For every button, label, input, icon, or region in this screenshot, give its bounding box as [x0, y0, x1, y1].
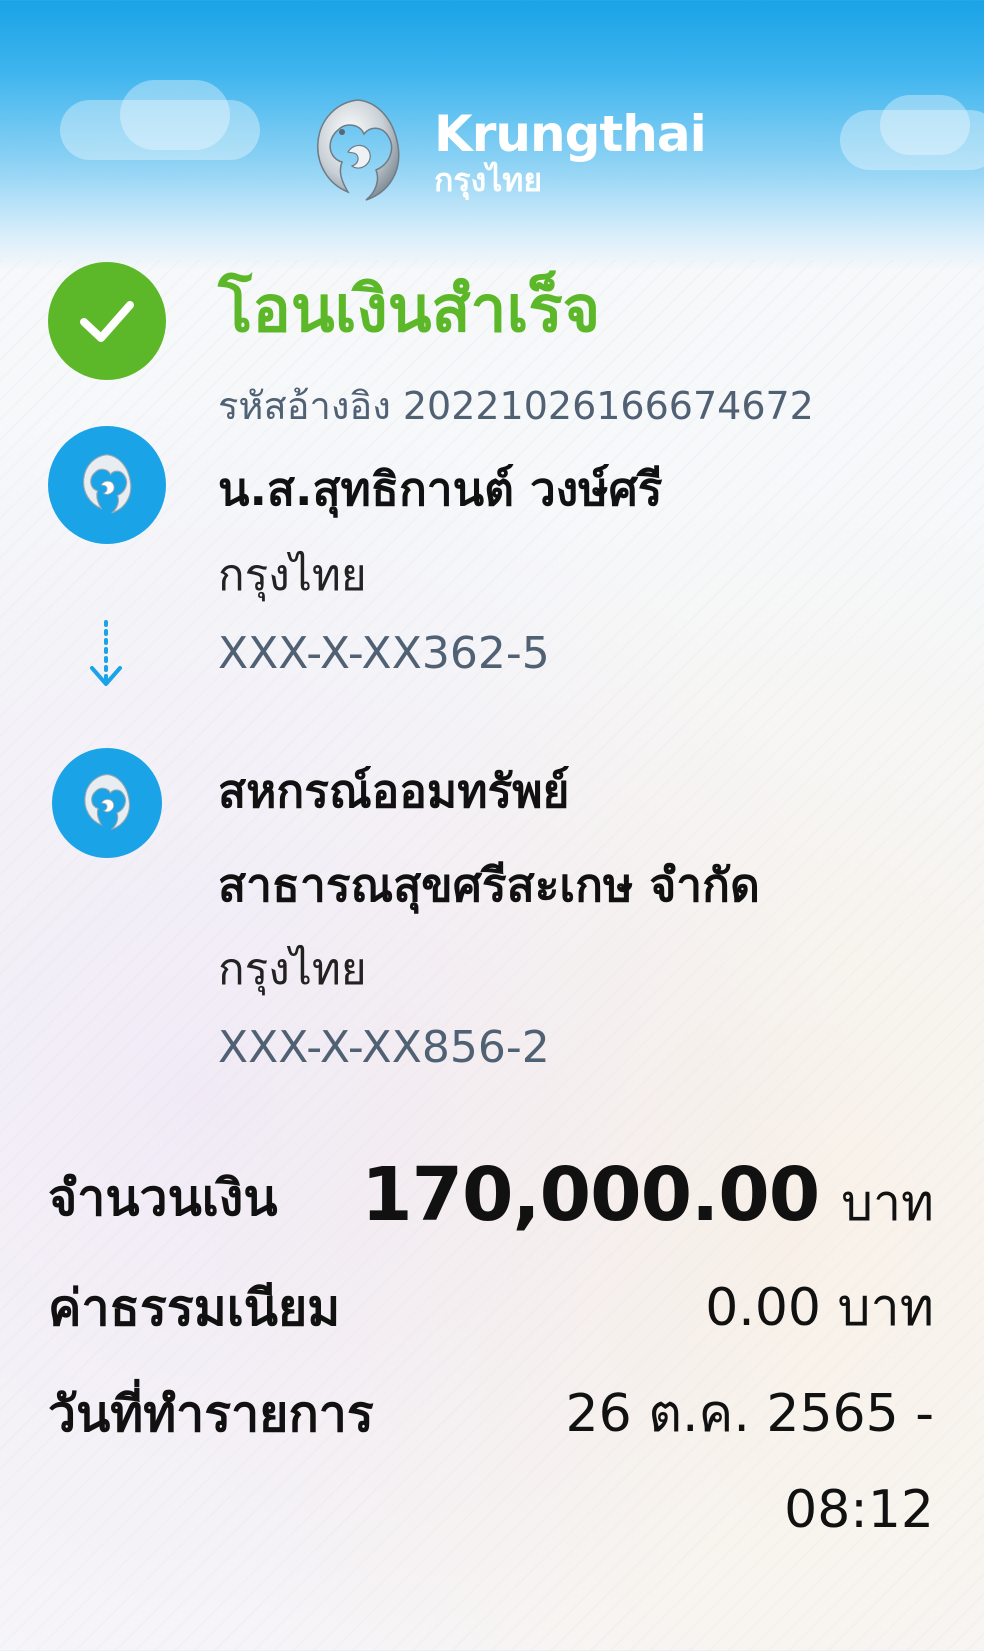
receiver-name-line1: สหกรณ์ออมทรัพย์ — [218, 764, 570, 818]
receiver-bank-icon — [52, 748, 162, 858]
amount-label: จำนวนเงิน — [48, 1169, 278, 1227]
sender-bank-icon — [48, 426, 166, 544]
amount-row-value: 170,000.00 บาท — [361, 1150, 934, 1248]
brand-logo: Krungthai กรุงไทย — [298, 92, 707, 212]
brand-name-th: กรุงไทย — [434, 161, 543, 199]
fee-value: 0.00 บาท — [705, 1278, 934, 1338]
header: Krungthai กรุงไทย — [0, 0, 984, 250]
reference-number: รหัสอ้างอิง 2022102616667467​2 — [218, 382, 814, 430]
krungthai-bird-icon — [84, 773, 130, 830]
krungthai-bird-icon — [83, 454, 132, 514]
fee-label: ค่าธรรมเนียม — [48, 1279, 341, 1337]
amount-unit: บาท — [841, 1174, 934, 1232]
sender-bank: กรุงไทย — [218, 550, 367, 601]
cloud-decoration — [120, 80, 230, 150]
receiver-account: XXX-X-XX856-2 — [218, 1022, 550, 1073]
date-label: วันที่ทำรายการ — [48, 1385, 374, 1443]
transfer-arrow-down-icon — [90, 620, 122, 686]
reference-value: 2022102616667467​2 — [402, 384, 814, 428]
date-value: 26 ต.ค. 2565 - — [565, 1384, 934, 1444]
amount-value: 170,000.00 — [361, 1152, 820, 1238]
receiver-bank: กรุงไทย — [218, 944, 367, 995]
receiver-name-line2: สาธารณสุขศรีสะเกษ จำกัด — [218, 858, 760, 912]
sender-account: XXX-X-XX362-5 — [218, 628, 550, 679]
brand-text: Krungthai กรุงไทย — [434, 105, 707, 199]
time-value: 08:12 — [784, 1480, 934, 1540]
success-check-icon — [48, 262, 166, 380]
status-title: โอนเงินสำเร็จ — [218, 273, 601, 347]
sender-name: น.ส.สุทธิกานต์ วงษ์ศรี — [218, 462, 663, 516]
krungthai-bird-icon — [317, 99, 400, 201]
status-indicator — [48, 262, 166, 380]
brand-name-en: Krungthai — [434, 105, 707, 163]
cloud-decoration — [880, 95, 970, 155]
reference-label: รหัสอ้างอิง — [218, 384, 391, 428]
